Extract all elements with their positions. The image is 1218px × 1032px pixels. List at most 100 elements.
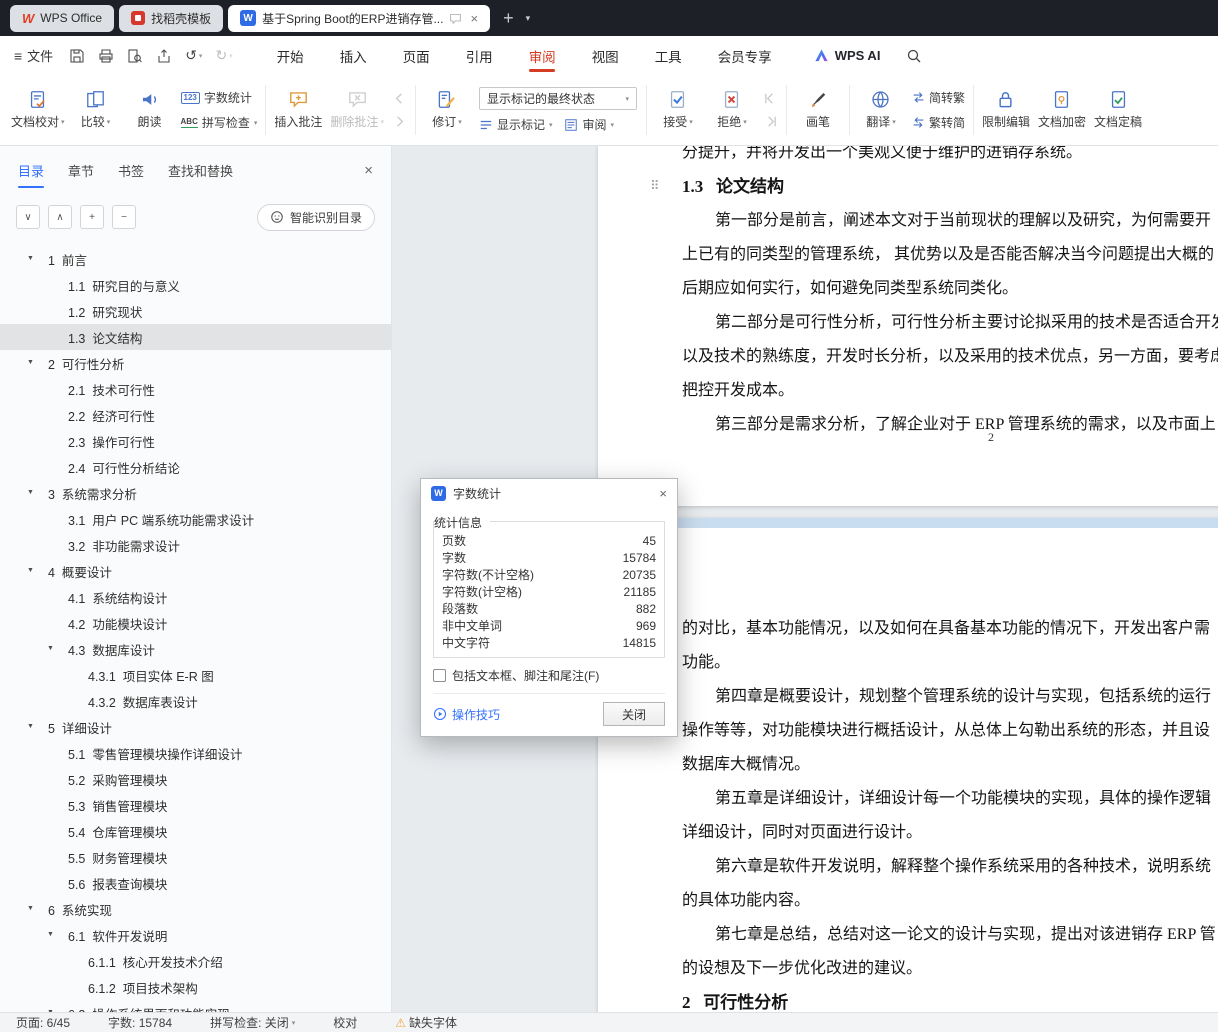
file-menu-button[interactable]: ≡ 文件: [14, 46, 53, 65]
save-icon[interactable]: [69, 48, 85, 64]
toc-item[interactable]: ▼ 4 概要设计: [0, 558, 391, 584]
drag-handle-icon[interactable]: ⠿: [650, 170, 660, 204]
smart-toc-button[interactable]: 智能识别目录: [256, 203, 375, 231]
compare-button[interactable]: 比较 ▾: [70, 90, 122, 130]
toc-collapse-icon[interactable]: ▼: [27, 905, 34, 912]
spell-check-button[interactable]: ABC 拼写检查 ▾: [180, 114, 257, 131]
sidebar-tab-find-replace[interactable]: 查找和替换: [168, 155, 233, 186]
toc-item[interactable]: ▼ 6.1.2 项目技术架构: [0, 974, 391, 1000]
menu-tab[interactable]: 会员专享: [718, 36, 772, 75]
status-page-indicator[interactable]: 页面: 6/45: [16, 1014, 70, 1031]
toc-item[interactable]: ▼ 6 系统实现: [0, 896, 391, 922]
delete-comment-button[interactable]: 删除批注 ▾: [327, 90, 387, 130]
simplified-to-traditional-button[interactable]: 简转繁: [912, 89, 965, 106]
tab-current-document[interactable]: W 基于Spring Boot的ERP进销存管... ×: [228, 4, 491, 32]
toc-item[interactable]: ▼ 3.1 用户 PC 端系统功能需求设计: [0, 506, 391, 532]
toc-item[interactable]: ▼ 6.2 操作系统界面和功能实现: [0, 1000, 391, 1013]
toc-item[interactable]: ▼ 5.4 仓库管理模块: [0, 818, 391, 844]
toc-item[interactable]: ▼ 3 系统需求分析: [0, 480, 391, 506]
toc-item[interactable]: ▼ 1.3 论文结构: [0, 324, 391, 350]
status-word-count[interactable]: 字数: 15784: [108, 1014, 172, 1031]
toc-collapse-icon[interactable]: ▼: [27, 359, 34, 366]
reject-button[interactable]: 拒绝 ▾: [706, 90, 758, 130]
include-textbox-checkbox[interactable]: 包括文本框、脚注和尾注(F): [433, 667, 665, 684]
toc-item[interactable]: ▼ 6.1.1 核心开发技术介绍: [0, 948, 391, 974]
toc-item[interactable]: ▼ 2.4 可行性分析结论: [0, 454, 391, 480]
print-icon[interactable]: [98, 48, 114, 64]
menu-tab[interactable]: 引用: [466, 36, 493, 75]
read-aloud-button[interactable]: 朗读: [124, 90, 176, 130]
status-spellcheck[interactable]: 拼写检查: 关闭 ▾: [210, 1014, 295, 1031]
dialog-close-icon[interactable]: ×: [659, 486, 667, 501]
tab-list-chevron-icon[interactable]: ▾: [522, 13, 535, 24]
document-page-2[interactable]: ⠿ 的对比，基本功能情况，以及如何在具备基本功能的情况下，开发出客户需 ⠿ 功能…: [598, 518, 1218, 1012]
track-changes-button[interactable]: 修订 ▾: [421, 90, 473, 130]
close-tab-icon[interactable]: ×: [470, 11, 478, 26]
toc-collapse-icon[interactable]: ▼: [47, 931, 54, 938]
dialog-close-button[interactable]: 关闭: [603, 702, 665, 726]
toc-collapse-icon[interactable]: ▼: [27, 489, 34, 496]
undo-button[interactable]: ↺ ▾: [185, 47, 202, 64]
markup-state-dropdown[interactable]: 显示标记的最终状态 ▾: [478, 87, 637, 110]
document-page-1[interactable]: ⠿ 分提升，并将开发出一个美观又便于维护的进销存系统。 ⠿ 1.3 论文结构 ⠿…: [598, 146, 1218, 506]
zoom-in-outline-button[interactable]: +: [80, 205, 104, 229]
toc-item[interactable]: ▼ 4.2 功能模块设计: [0, 610, 391, 636]
menu-tab[interactable]: 工具: [655, 36, 682, 75]
next-comment-button[interactable]: [392, 114, 407, 129]
toc-item[interactable]: ▼ 5.2 采购管理模块: [0, 766, 391, 792]
new-tab-button[interactable]: +: [495, 8, 522, 29]
brush-button[interactable]: 画笔: [792, 90, 844, 130]
toc-item[interactable]: ▼ 2.3 操作可行性: [0, 428, 391, 454]
redo-button[interactable]: ↻ ▾: [215, 47, 232, 64]
print-preview-icon[interactable]: [127, 48, 143, 64]
toc-item[interactable]: ▼ 5.3 销售管理模块: [0, 792, 391, 818]
zoom-out-outline-button[interactable]: −: [112, 205, 136, 229]
restrict-edit-button[interactable]: 限制编辑: [979, 90, 1033, 130]
accept-button[interactable]: 接受 ▾: [652, 90, 704, 130]
export-icon[interactable]: [156, 48, 172, 64]
encrypt-button[interactable]: 文档加密: [1035, 90, 1089, 130]
traditional-to-simplified-button[interactable]: 繁转简: [912, 114, 965, 131]
finalize-button[interactable]: 文档定稿: [1091, 90, 1145, 130]
menu-tab[interactable]: 页面: [403, 36, 430, 75]
toc-item[interactable]: ▼ 5.1 零售管理模块操作详细设计: [0, 740, 391, 766]
toc-item[interactable]: ▼ 2.2 经济可行性: [0, 402, 391, 428]
toc-collapse-icon[interactable]: ▼: [47, 645, 54, 652]
sidebar-tab-chapter[interactable]: 章节: [68, 155, 94, 186]
word-count-button[interactable]: 123 字数统计: [180, 89, 258, 106]
menu-tab[interactable]: 插入: [340, 36, 367, 75]
wps-ai-button[interactable]: WPS AI: [814, 48, 880, 63]
toc-item[interactable]: ▼ 4.3.2 数据库表设计: [0, 688, 391, 714]
toc-item[interactable]: ▼ 4.1 系统结构设计: [0, 584, 391, 610]
checkbox-icon[interactable]: [433, 669, 446, 682]
toc-item[interactable]: ▼ 5.6 报表查询模块: [0, 870, 391, 896]
undo-caret-icon[interactable]: ▾: [199, 52, 203, 60]
toc-item[interactable]: ▼ 4.3 数据库设计: [0, 636, 391, 662]
previous-change-button[interactable]: [763, 91, 778, 106]
toc-item[interactable]: ▼ 4.3.1 项目实体 E-R 图: [0, 662, 391, 688]
sidebar-tab-bookmark[interactable]: 书签: [118, 155, 144, 186]
toc-item[interactable]: ▼ 1 前言: [0, 246, 391, 272]
insert-comment-button[interactable]: 插入批注: [271, 90, 325, 130]
tips-link[interactable]: 操作技巧: [433, 706, 500, 723]
toc-item[interactable]: ▼ 2.1 技术可行性: [0, 376, 391, 402]
review-pane-button[interactable]: 审阅 ▾: [564, 116, 614, 133]
toc-item[interactable]: ▼ 1.2 研究现状: [0, 298, 391, 324]
sidebar-tab-toc[interactable]: 目录: [18, 155, 45, 188]
dialog-titlebar[interactable]: W 字数统计 ×: [421, 479, 677, 507]
show-markup-button[interactable]: 显示标记 ▾: [479, 116, 552, 133]
toc-collapse-icon[interactable]: ▼: [27, 567, 34, 574]
menu-tab[interactable]: 开始: [277, 36, 304, 75]
tab-docer-template[interactable]: 找稻壳模板: [119, 4, 224, 32]
toc-collapse-icon[interactable]: ▼: [27, 255, 34, 262]
toc-item[interactable]: ▼ 6.1 软件开发说明: [0, 922, 391, 948]
doc-proof-button[interactable]: 文档校对 ▾: [8, 90, 68, 130]
translate-button[interactable]: 翻译 ▾: [855, 90, 907, 130]
status-proofing[interactable]: 校对: [333, 1014, 357, 1031]
toc-item[interactable]: ▼ 3.2 非功能需求设计: [0, 532, 391, 558]
toc-item[interactable]: ▼ 1.1 研究目的与意义: [0, 272, 391, 298]
toc-item[interactable]: ▼ 2 可行性分析: [0, 350, 391, 376]
next-change-button[interactable]: [763, 114, 778, 129]
toc-item[interactable]: ▼ 5 详细设计: [0, 714, 391, 740]
menu-tab[interactable]: 视图: [592, 36, 619, 75]
